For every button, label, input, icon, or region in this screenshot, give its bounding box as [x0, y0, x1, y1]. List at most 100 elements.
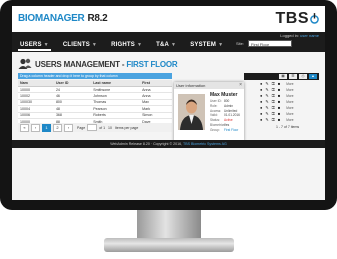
key-icon[interactable]: ⚿	[272, 99, 275, 104]
page-subtitle: FIRST FLOOR	[126, 59, 178, 69]
close-icon[interactable]: ×	[239, 82, 242, 89]
page-label: Page	[77, 125, 86, 130]
popup-header: User information ×	[174, 82, 244, 89]
company-logo-icon	[310, 13, 319, 24]
page-button[interactable]: 2	[53, 123, 62, 132]
menu-clients[interactable]: CLIENTS ▼	[61, 41, 99, 51]
edit-icon[interactable]: ✎	[265, 111, 268, 116]
footer-text: WebAdmin Release 8.20 · Copyright © 2016…	[110, 142, 183, 146]
edit-icon[interactable]: ✎	[265, 81, 268, 86]
footer-link[interactable]: TBS Biometric Systems AG	[183, 142, 227, 146]
popup-title: User information	[176, 83, 206, 88]
row-actions: ● ✎ ⚿ ■ More	[260, 111, 294, 116]
grid-toolbar: ▦ ☰ ⎙ ▲	[244, 73, 319, 80]
section-header: USERS MANAGEMENT - FIRST FLOOR	[18, 58, 178, 70]
menu-users-label: USERS	[20, 42, 42, 48]
detail-value: First Floor	[224, 127, 239, 132]
add-user-icon[interactable]: ▲	[309, 74, 317, 79]
key-icon[interactable]: ⚿	[272, 111, 275, 116]
menu-ta-label: T&A	[156, 42, 170, 48]
chevron-down-icon: ▼	[171, 42, 177, 48]
delete-icon[interactable]: ■	[278, 99, 280, 104]
menu-system-label: SYSTEM	[190, 42, 217, 48]
per-page-select[interactable]: 10	[108, 126, 112, 130]
next-page-icon[interactable]: ›	[64, 123, 73, 132]
logged-in-label: Logged in:	[280, 33, 299, 38]
eye-icon[interactable]: ●	[260, 111, 262, 116]
more-button[interactable]: More	[286, 100, 293, 104]
delete-icon[interactable]: ■	[278, 87, 280, 92]
eye-icon[interactable]: ●	[260, 99, 262, 104]
eye-icon[interactable]: ●	[260, 81, 262, 86]
brand-version: R8.2	[87, 13, 108, 24]
edit-icon[interactable]: ✎	[265, 117, 268, 122]
logged-in-info: Logged in: user name	[280, 33, 319, 38]
menu-ta[interactable]: T&A ▼	[154, 41, 178, 51]
delete-icon[interactable]: ■	[278, 111, 280, 116]
delete-icon[interactable]: ■	[278, 93, 280, 98]
more-button[interactable]: More	[286, 94, 293, 98]
site-label: Site:	[236, 41, 245, 46]
pagination-bar: « ‹ 1 2 › Page of 1 10 Items per page	[18, 123, 172, 132]
monitor-stand-neck	[137, 208, 201, 242]
logged-in-user[interactable]: user name	[300, 33, 319, 38]
row-actions: ● ✎ ⚿ ■ More	[260, 81, 294, 86]
row-actions: ● ✎ ⚿ ■ More	[260, 105, 294, 110]
chevron-down-icon: ▼	[136, 42, 143, 48]
per-page-label: Items per page	[114, 125, 139, 130]
menu-system[interactable]: SYSTEM ▼	[188, 41, 225, 51]
group-drop-zone[interactable]: Drag a column header and drop it here to…	[18, 73, 172, 79]
key-icon[interactable]: ⚿	[272, 93, 275, 98]
user-name: Max Muster	[210, 92, 238, 98]
user-details: User ID: 800 Role: Admin Access: Unlimited …	[210, 99, 240, 133]
more-button[interactable]: More	[286, 112, 293, 116]
delete-icon[interactable]: ■	[278, 105, 280, 110]
row-actions: ● ✎ ⚿ ■ More	[260, 117, 294, 122]
more-button[interactable]: More	[286, 88, 293, 92]
chevron-down-icon: ▼	[91, 42, 98, 48]
page-title-text: USERS MANAGEMENT	[35, 59, 120, 69]
list-icon[interactable]: ☰	[289, 74, 297, 79]
edit-icon[interactable]: ✎	[265, 105, 268, 110]
page-button[interactable]: 1	[42, 123, 51, 132]
menu-rights-label: RIGHTS	[111, 42, 135, 48]
grid-icon[interactable]: ▦	[279, 74, 287, 79]
edit-icon[interactable]: ✎	[265, 87, 268, 92]
page-input[interactable]	[87, 124, 98, 131]
main-navigation: Logged in: user name USERS ▼ CLIENTS ▼ RIG…	[12, 32, 325, 52]
menu-rights[interactable]: RIGHTS ▼	[109, 41, 144, 51]
detail-row: Group: First Floor	[210, 128, 240, 133]
prev-page-icon[interactable]: ‹	[31, 123, 40, 132]
users-icon	[18, 58, 32, 69]
detail-key: Group:	[210, 127, 220, 132]
edit-icon[interactable]: ✎	[265, 99, 268, 104]
company-logo-text: TBS	[275, 10, 309, 27]
key-icon[interactable]: ⚿	[272, 87, 275, 92]
chevron-down-icon: ▼	[218, 42, 224, 48]
user-photo	[178, 94, 205, 130]
site-select[interactable]: First Floor	[248, 40, 292, 47]
edit-icon[interactable]: ✎	[265, 93, 268, 98]
key-icon[interactable]: ⚿	[272, 117, 275, 122]
delete-icon[interactable]: ■	[278, 117, 280, 122]
monitor-bezel: BIOMANAGER R8.2 TBS Logged in: user name …	[0, 0, 337, 210]
first-page-icon[interactable]: «	[20, 123, 29, 132]
actions-panel: ▦ ☰ ⎙ ▲ ● ✎ ⚿ ■ More ● ✎ ⚿ ■ More ● ✎ ⚿ ■ More ● ✎ ⚿ ■ M…	[244, 73, 319, 132]
menu-users[interactable]: USERS ▼	[18, 41, 51, 51]
key-icon[interactable]: ⚿	[272, 81, 275, 86]
more-button[interactable]: More	[286, 106, 293, 110]
app-header: BIOMANAGER R8.2 TBS	[12, 6, 325, 32]
more-button[interactable]: More	[286, 118, 293, 122]
delete-icon[interactable]: ■	[278, 81, 280, 86]
page-of-label: of 1	[99, 125, 106, 130]
key-icon[interactable]: ⚿	[272, 105, 275, 110]
eye-icon[interactable]: ●	[260, 117, 262, 122]
brand-title[interactable]: BIOMANAGER R8.2	[18, 13, 108, 24]
more-button[interactable]: More	[286, 82, 293, 86]
row-actions: ● ✎ ⚿ ■ More	[260, 99, 294, 104]
eye-icon[interactable]: ●	[260, 87, 262, 92]
print-icon[interactable]: ⎙	[299, 74, 307, 79]
chevron-down-icon: ▼	[43, 42, 49, 48]
eye-icon[interactable]: ●	[260, 105, 262, 110]
eye-icon[interactable]: ●	[260, 93, 262, 98]
